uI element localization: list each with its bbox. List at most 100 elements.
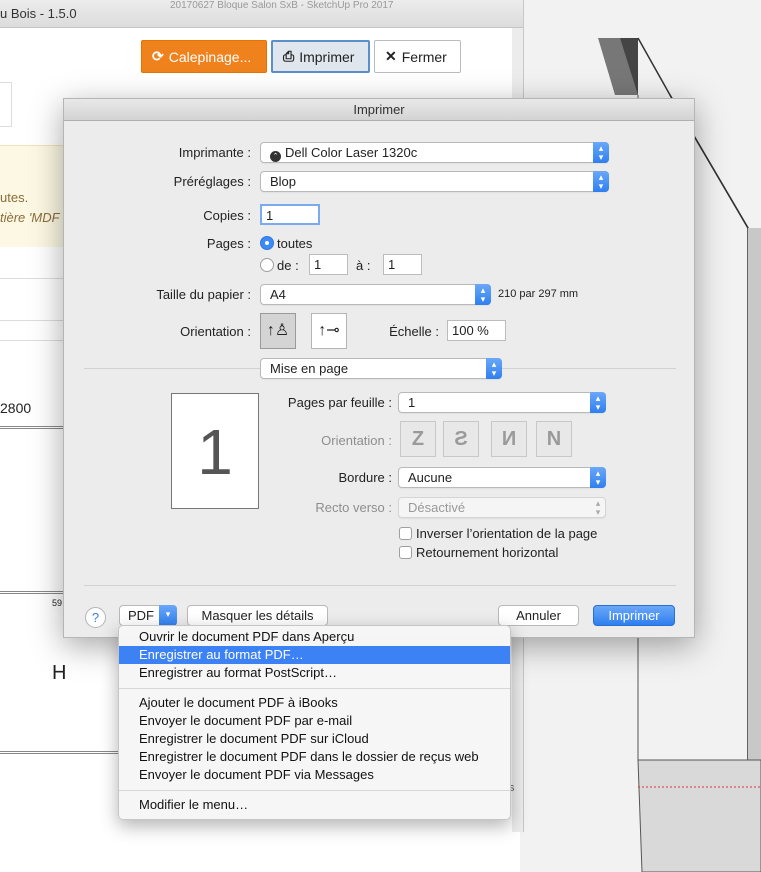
menu-item-open-preview[interactable]: Ouvrir le document PDF dans Aperçu: [119, 628, 510, 646]
border-label: Bordure :: [338, 470, 392, 485]
help-icon: ?: [91, 610, 100, 625]
close-button[interactable]: ✕ Fermer: [374, 40, 461, 73]
orientation-label: Orientation :: [180, 324, 251, 339]
pages-label: Pages :: [206, 236, 251, 251]
pages-from-value: 1: [314, 257, 322, 272]
menu-item-save-postscript[interactable]: Enregistrer au format PostScript…: [119, 664, 510, 682]
chevron-down-icon: ▾: [159, 605, 177, 626]
pdf-menu: Ouvrir le document PDF dans Aperçu Enreg…: [118, 625, 511, 820]
copies-input[interactable]: 1: [260, 204, 320, 225]
reverse-orientation-checkbox[interactable]: [399, 527, 412, 540]
copies-value: 1: [266, 208, 274, 223]
border-select[interactable]: Aucune ▴ ▾: [398, 467, 606, 488]
scale-label: Échelle :: [389, 324, 439, 339]
pages-to-label: à :: [356, 258, 371, 273]
ruler-line: [0, 750, 120, 754]
printer-value: Dell Color Laser 1320c: [285, 145, 418, 160]
hide-details-button[interactable]: Masquer les détails: [187, 605, 328, 626]
presets-value: Blop: [270, 174, 297, 189]
pages-per-sheet-label: Pages par feuille :: [287, 395, 392, 410]
layout-n-reverse-button[interactable]: И: [491, 421, 527, 457]
help-button[interactable]: ?: [85, 607, 106, 628]
close-icon: ✕: [385, 48, 397, 64]
landscape-orientation-button[interactable]: ↑⊸: [311, 313, 347, 349]
duplex-label: Recto verso :: [315, 500, 392, 515]
hide-details-label: Masquer les détails: [201, 608, 314, 623]
plugin-tab[interactable]: [0, 82, 12, 127]
layout-n-button[interactable]: N: [536, 421, 572, 457]
letter-label: H: [52, 662, 67, 684]
portrait-icon: ↑♙: [266, 322, 290, 339]
paper-size-label: Taille du papier :: [156, 287, 251, 302]
divider: [0, 340, 70, 341]
menu-separator: [119, 688, 510, 689]
plugin-title: u Bois - 1.5.0: [0, 6, 77, 21]
bottom-separator: [84, 585, 676, 586]
dimension-value[interactable]: 2800: [0, 400, 31, 416]
menu-item-messages[interactable]: Envoyer le document PDF via Messages: [119, 766, 510, 784]
pages-per-sheet-value: 1: [408, 395, 416, 410]
menu-item-web-receipts[interactable]: Enregistrer le document PDF dans le doss…: [119, 748, 510, 766]
plugin-print-label: Imprimer: [299, 48, 355, 65]
duplex-select: Désactivé ▴ ▾: [398, 497, 606, 518]
printer-icon: ⎙: [283, 48, 295, 64]
print-button[interactable]: Imprimer: [593, 605, 675, 626]
menu-item-save-pdf[interactable]: Enregistrer au format PDF…: [119, 646, 510, 664]
scale-value: 100 %: [452, 323, 489, 338]
dialog-title: Imprimer: [353, 102, 405, 117]
layout-z-button[interactable]: Z: [400, 421, 436, 457]
pages-from-label: de :: [277, 258, 299, 273]
layout-n-icon: N: [546, 428, 562, 450]
flip-horizontal-checkbox[interactable]: [399, 546, 412, 559]
pages-from-input[interactable]: 1: [309, 254, 348, 275]
pages-to-input[interactable]: 1: [383, 254, 422, 275]
printer-status-icon: ⌃: [270, 151, 281, 162]
print-label: Imprimer: [608, 608, 660, 623]
scale-input[interactable]: 100 %: [447, 320, 506, 341]
layout-s-button[interactable]: Ƨ: [443, 421, 479, 457]
layout-s-icon: Ƨ: [454, 428, 468, 450]
pdf-menu-button[interactable]: PDF ▾: [119, 605, 177, 626]
close-label: Fermer: [401, 48, 447, 65]
layout-orientation-label: Orientation :: [321, 433, 392, 448]
preview-page-number: 1: [197, 416, 233, 488]
pages-per-sheet-select[interactable]: 1 ▴ ▾: [398, 392, 606, 413]
calepinage-button[interactable]: ⟳ Calepinage...: [141, 40, 267, 73]
printer-label: Imprimante :: [178, 145, 251, 160]
menu-item-icloud[interactable]: Enregistrer le document PDF sur iCloud: [119, 730, 510, 748]
plugin-print-button[interactable]: ⎙ Imprimer: [271, 40, 370, 73]
portrait-orientation-button[interactable]: ↑♙: [260, 313, 296, 349]
landscape-icon: ↑⊸: [318, 322, 340, 339]
pages-all-radio[interactable]: [260, 236, 274, 250]
ruler-label: 59: [52, 598, 63, 608]
section-value: Mise en page: [270, 361, 349, 376]
paper-size-value: A4: [270, 287, 286, 302]
presets-label: Préréglages :: [173, 174, 251, 189]
cancel-button[interactable]: Annuler: [498, 605, 579, 626]
plugin-titlebar[interactable]: u Bois - 1.5.0 20170627 Bloque Salon SxB…: [0, 0, 523, 28]
dialog-titlebar: Imprimer: [64, 99, 694, 121]
layout-z-icon: Z: [411, 428, 425, 450]
menu-item-edit-menu[interactable]: Modifier le menu…: [119, 796, 510, 814]
reverse-orientation-label: Inverser l’orientation de la page: [416, 526, 598, 541]
chevron-updown-icon: ▴ ▾: [593, 171, 609, 192]
paper-size-select[interactable]: A4 ▴ ▾: [260, 284, 491, 305]
section-select[interactable]: Mise en page ▴ ▾: [260, 358, 502, 379]
presets-select[interactable]: Blop ▴ ▾: [260, 171, 609, 192]
printer-select[interactable]: ⌃ Dell Color Laser 1320c ▴ ▾: [260, 142, 609, 163]
chevron-updown-icon: ▴ ▾: [593, 142, 609, 163]
pages-range-radio[interactable]: [260, 258, 274, 272]
ruler-line: [0, 590, 70, 594]
menu-separator: [119, 790, 510, 791]
pages-all-label: toutes: [277, 236, 313, 251]
copies-label: Copies :: [203, 208, 251, 223]
menu-item-ibooks[interactable]: Ajouter le document PDF à iBooks: [119, 694, 510, 712]
pages-to-value: 1: [388, 257, 396, 272]
refresh-icon: ⟳: [152, 48, 164, 64]
page-preview: 1: [171, 393, 259, 509]
chevron-updown-icon: ▴ ▾: [595, 498, 601, 517]
notice-line-1: utes.: [0, 190, 29, 205]
divider: [0, 320, 70, 321]
divider: [0, 278, 70, 279]
menu-item-email[interactable]: Envoyer le document PDF par e-mail: [119, 712, 510, 730]
